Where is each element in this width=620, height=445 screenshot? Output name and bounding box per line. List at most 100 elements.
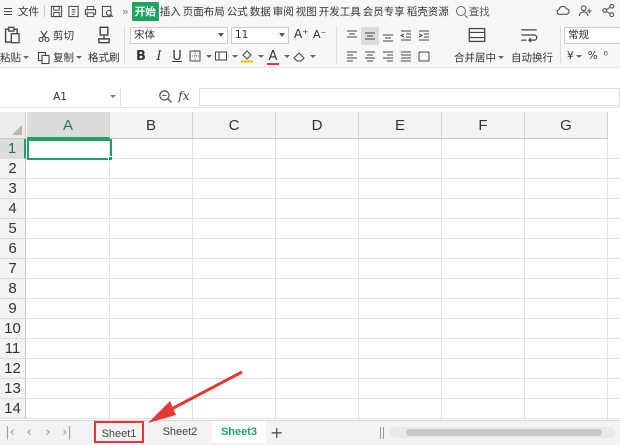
column-header-b[interactable]: B	[110, 112, 193, 139]
distributed-button[interactable]	[415, 47, 433, 65]
fill-handle[interactable]	[108, 156, 113, 161]
bold-button[interactable]: B	[132, 47, 150, 65]
column-header-c[interactable]: C	[193, 112, 276, 139]
currency-button[interactable]: ¥	[567, 50, 574, 62]
font-name-select[interactable]: 宋体	[130, 27, 228, 44]
file-menu[interactable]: 文件	[16, 4, 41, 19]
add-sheet-button[interactable]: +	[270, 423, 283, 442]
copy-button[interactable]: 复制	[37, 50, 82, 65]
first-sheet-icon[interactable]: |‹	[3, 425, 17, 441]
tab-docer-resources[interactable]: 稻壳资源	[406, 4, 450, 19]
row-header-2[interactable]: 2	[0, 159, 26, 179]
number-format-select[interactable]: 常规	[564, 27, 620, 44]
tab-insert[interactable]: 插入	[159, 4, 182, 19]
row-header-14[interactable]: 14	[0, 399, 26, 419]
merge-center-button[interactable]: 合并居中	[454, 50, 504, 65]
paste-button[interactable]: 粘贴	[0, 50, 29, 65]
row-header-4[interactable]: 4	[0, 199, 26, 219]
wrap-text-icon[interactable]	[520, 26, 538, 44]
column-header-e[interactable]: E	[359, 112, 442, 139]
export-pdf-icon[interactable]	[65, 0, 82, 22]
paste-icon[interactable]	[3, 26, 21, 44]
row-header-6[interactable]: 6	[0, 239, 26, 259]
save-icon[interactable]	[48, 0, 65, 22]
cut-button[interactable]: 剪切	[37, 28, 74, 43]
row-header-8[interactable]: 8	[0, 279, 26, 299]
row-header-11[interactable]: 11	[0, 339, 26, 359]
row-header-13[interactable]: 13	[0, 379, 26, 399]
row-header-9[interactable]: 9	[0, 299, 26, 319]
format-painter-icon[interactable]	[95, 26, 113, 44]
align-bottom-button[interactable]	[379, 27, 397, 45]
print-icon[interactable]	[82, 0, 99, 22]
increase-indent-button[interactable]	[415, 27, 433, 45]
horizontal-scrollbar[interactable]	[390, 427, 615, 438]
next-sheet-icon[interactable]: ›	[41, 425, 55, 441]
scroll-split-handle[interactable]	[380, 427, 384, 439]
row-header-10[interactable]: 10	[0, 319, 26, 339]
sheet-tab-2[interactable]: Sheet2	[154, 421, 206, 443]
tab-home[interactable]: 开始	[131, 1, 159, 21]
insert-function-button[interactable]: fx	[178, 88, 190, 103]
tab-developer[interactable]: 开发工具	[318, 4, 362, 19]
scrollbar-thumb[interactable]	[406, 429, 602, 436]
cell-style-button[interactable]	[212, 47, 230, 65]
align-right-button[interactable]	[379, 47, 397, 65]
prev-sheet-icon[interactable]: ‹	[22, 425, 36, 441]
sheet-tab-bar: |‹ ‹ › ›| Sheet1 Sheet2 Sheet3 +	[0, 420, 620, 445]
zoom-formula-icon[interactable]	[158, 89, 173, 104]
tab-formulas[interactable]: 公式	[226, 4, 249, 19]
selected-cell-a1[interactable]	[27, 139, 112, 160]
italic-button[interactable]: I	[150, 47, 168, 65]
column-header-g[interactable]: G	[525, 112, 608, 139]
row-header-12[interactable]: 12	[0, 359, 26, 379]
spreadsheet-grid[interactable]: ABCDEFG 1 2 3 4 5 6 7 8 9 10 11 12 13 14	[0, 112, 620, 420]
sheet-tab-1[interactable]: Sheet1	[94, 421, 144, 443]
justify-button[interactable]	[397, 47, 415, 65]
tab-data[interactable]: 数据	[249, 4, 272, 19]
wrap-text-button[interactable]: 自动换行	[511, 50, 553, 65]
search-box[interactable]: 查找	[455, 4, 490, 19]
align-middle-button[interactable]	[361, 27, 379, 45]
tab-review[interactable]: 审阅	[272, 4, 295, 19]
column-header-d[interactable]: D	[276, 112, 359, 139]
align-top-button[interactable]	[343, 27, 361, 45]
tab-member[interactable]: 会员专享	[362, 4, 406, 19]
fill-color-button[interactable]	[238, 47, 256, 65]
collaborate-icon[interactable]	[578, 3, 593, 18]
column-header-a[interactable]: A	[27, 112, 110, 139]
row-gridline	[26, 158, 620, 159]
font-grow-button[interactable]: A⁺	[294, 27, 309, 41]
percent-button[interactable]: %	[588, 50, 598, 62]
tab-view[interactable]: 视图	[295, 4, 318, 19]
more-tabs-chevron-icon[interactable]: »	[122, 5, 129, 18]
cloud-sync-icon[interactable]	[555, 3, 570, 18]
menu-icon[interactable]	[0, 0, 16, 22]
font-shrink-button[interactable]: A⁻	[313, 28, 326, 41]
underline-button[interactable]: U	[168, 47, 186, 65]
clear-format-button[interactable]	[290, 47, 308, 65]
row-header-5[interactable]: 5	[0, 219, 26, 239]
thousands-button[interactable]: ⁰	[604, 50, 608, 62]
select-all-corner[interactable]	[0, 112, 26, 139]
share-icon[interactable]	[601, 3, 616, 18]
font-size-select[interactable]: 11	[231, 27, 289, 44]
font-color-button[interactable]: A	[264, 47, 282, 65]
print-preview-icon[interactable]	[99, 0, 116, 22]
merge-center-icon[interactable]	[468, 26, 486, 44]
row-header-7[interactable]: 7	[0, 259, 26, 279]
align-left-button[interactable]	[343, 47, 361, 65]
align-center-button[interactable]	[361, 47, 379, 65]
tab-page-layout[interactable]: 页面布局	[182, 4, 226, 19]
format-painter-button[interactable]: 格式刷	[88, 50, 120, 65]
row-header-3[interactable]: 3	[0, 179, 26, 199]
row-header-1[interactable]: 1	[0, 139, 26, 159]
last-sheet-icon[interactable]: ›|	[60, 425, 74, 441]
name-box[interactable]: A1	[0, 88, 121, 106]
sheet-tab-3[interactable]: Sheet3	[212, 421, 266, 443]
font-color-glyph: A	[268, 48, 278, 64]
column-header-f[interactable]: F	[442, 112, 525, 139]
formula-input[interactable]	[199, 88, 620, 106]
borders-button[interactable]	[186, 47, 204, 65]
decrease-indent-button[interactable]	[397, 27, 415, 45]
